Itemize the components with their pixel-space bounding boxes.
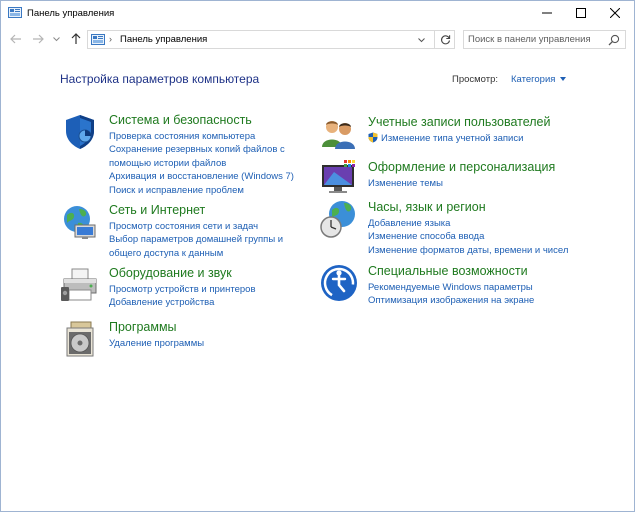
link-check-computer-status[interactable]: Проверка состояния компьютера — [109, 130, 299, 143]
link-optimize-display[interactable]: Оптимизация изображения на экране — [368, 294, 534, 307]
link-file-history-backup[interactable]: Сохранение резервных копий файлов с помо… — [109, 143, 299, 170]
control-panel-icon — [8, 7, 22, 18]
link-add-language[interactable]: Добавление языка — [368, 217, 568, 230]
category-links: Изменение типа учетной записи — [368, 132, 523, 147]
view-by-label: Просмотр: — [452, 74, 499, 85]
link-uninstall-program[interactable]: Удаление программы — [109, 337, 204, 350]
forward-button[interactable] — [30, 31, 46, 47]
category-title-clock-language[interactable]: Часы, язык и регион — [368, 200, 486, 214]
monitor-palette-icon[interactable] — [320, 160, 358, 198]
category-links: Рекомендуемые Windows параметры Оптимиза… — [368, 281, 534, 308]
search-icon[interactable] — [608, 34, 620, 46]
category-links: Добавление языка Изменение способа ввода… — [368, 217, 568, 257]
maximize-button[interactable] — [564, 1, 598, 25]
category-title-network-internet[interactable]: Сеть и Интернет — [109, 203, 205, 217]
view-by-caret-icon[interactable] — [560, 77, 566, 81]
link-add-device[interactable]: Добавление устройства — [109, 296, 256, 309]
breadcrumb-separator[interactable]: › — [109, 34, 112, 44]
link-change-date-formats[interactable]: Изменение форматов даты, времени и чисел — [368, 244, 568, 257]
address-bar[interactable]: › Панель управления — [87, 30, 455, 49]
close-button[interactable] — [598, 1, 632, 25]
recent-locations-chevron-icon[interactable] — [51, 31, 61, 47]
link-devices-printers[interactable]: Просмотр устройств и принтеров — [109, 283, 256, 296]
control-panel-location-icon — [91, 34, 105, 45]
category-links: Удаление программы — [109, 337, 204, 350]
search-input[interactable] — [468, 33, 603, 46]
category-links: Просмотр состояния сети и задач Выбор па… — [109, 220, 299, 260]
category-title-ease-of-access[interactable]: Специальные возможности — [368, 264, 528, 278]
category-title-system-security[interactable]: Система и безопасность — [109, 113, 252, 127]
minimize-button[interactable] — [530, 1, 564, 25]
link-troubleshoot[interactable]: Поиск и исправление проблем — [109, 184, 299, 197]
view-by-dropdown[interactable]: Категория — [511, 74, 555, 85]
address-history-chevron-icon[interactable] — [415, 34, 427, 46]
category-links: Проверка состояния компьютера Сохранение… — [109, 130, 299, 197]
control-panel-window: Панель управления › Панель управления По… — [0, 0, 635, 512]
link-change-input-method[interactable]: Изменение способа ввода — [368, 230, 568, 243]
users-icon[interactable] — [320, 115, 358, 153]
title-bar[interactable]: Панель управления — [1, 1, 634, 25]
category-title-appearance[interactable]: Оформление и персонализация — [368, 160, 555, 174]
navigation-bar: › Панель управления — [1, 28, 634, 50]
back-button[interactable] — [8, 31, 24, 47]
link-change-account-type-label[interactable]: Изменение типа учетной записи — [381, 133, 523, 144]
page-title: Настройка параметров компьютера — [60, 72, 260, 86]
link-recommended-settings[interactable]: Рекомендуемые Windows параметры — [368, 281, 534, 294]
category-links: Изменение темы — [368, 177, 443, 190]
category-links: Просмотр устройств и принтеров Добавлени… — [109, 283, 256, 310]
network-globe-icon[interactable] — [61, 203, 99, 241]
link-change-theme[interactable]: Изменение темы — [368, 177, 443, 190]
link-network-status[interactable]: Просмотр состояния сети и задач — [109, 220, 299, 233]
search-box[interactable] — [463, 30, 626, 49]
category-title-user-accounts[interactable]: Учетные записи пользователей — [368, 115, 551, 129]
link-change-account-type[interactable]: Изменение типа учетной записи — [368, 132, 523, 147]
uac-shield-icon — [368, 132, 378, 147]
refresh-button[interactable] — [434, 31, 455, 48]
up-button[interactable] — [68, 31, 84, 47]
clock-globe-icon[interactable] — [320, 200, 358, 238]
accessibility-icon[interactable] — [320, 264, 358, 302]
printer-icon[interactable] — [61, 266, 99, 304]
breadcrumb-control-panel[interactable]: Панель управления — [120, 34, 207, 45]
programs-disc-icon[interactable] — [61, 320, 99, 358]
link-backup-restore[interactable]: Архивация и восстановление (Windows 7) — [109, 170, 299, 183]
shield-icon[interactable] — [61, 113, 99, 151]
category-title-programs[interactable]: Программы — [109, 320, 177, 334]
link-homegroup-sharing[interactable]: Выбор параметров домашней группы и общег… — [109, 233, 299, 260]
window-title: Панель управления — [27, 8, 115, 19]
category-title-hardware-sound[interactable]: Оборудование и звук — [109, 266, 232, 280]
